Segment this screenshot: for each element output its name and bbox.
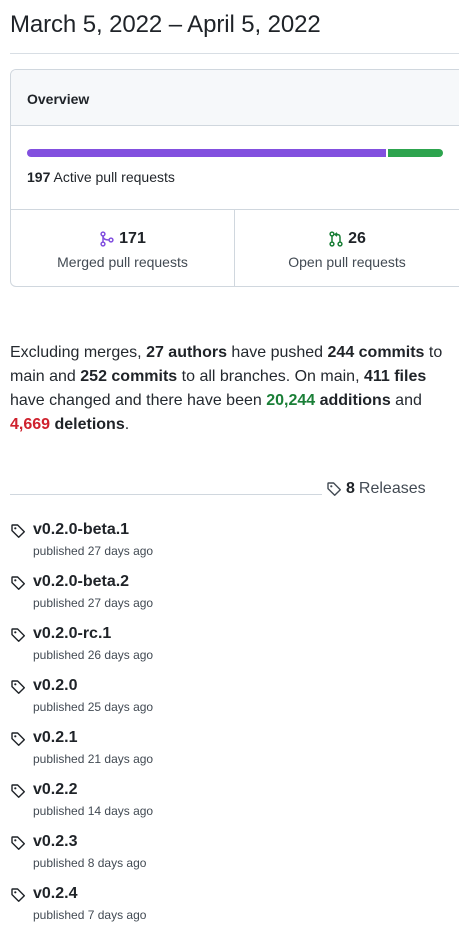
release-item: v0.2.3 published 8 days ago xyxy=(10,832,450,884)
open-progress-segment xyxy=(388,149,443,157)
pull-request-stats: 171 Merged pull requests 26 Open pull re… xyxy=(11,209,459,286)
overview-title: Overview xyxy=(27,91,90,107)
open-pull-requests-stat[interactable]: 26 Open pull requests xyxy=(234,210,459,286)
summary-text: Excluding merges, xyxy=(10,344,147,361)
release-published-time: published 8 days ago xyxy=(33,856,147,870)
tag-icon xyxy=(10,679,26,700)
release-item: v0.2.4 published 7 days ago xyxy=(10,884,450,936)
main-commits-count[interactable]: 244 commits xyxy=(328,344,425,361)
release-name-link[interactable]: v0.2.4 xyxy=(33,885,77,903)
summary-text: to all branches. On main, xyxy=(177,368,364,385)
merged-pull-requests-label: Merged pull requests xyxy=(57,254,188,270)
page-title: March 5, 2022 – April 5, 2022 xyxy=(10,11,321,38)
release-name-link[interactable]: v0.2.3 xyxy=(33,833,77,851)
tag-icon xyxy=(10,731,26,752)
tag-icon xyxy=(10,523,26,544)
tag-icon xyxy=(10,783,26,804)
releases-heading: 8 Releases xyxy=(326,480,426,498)
tag-icon xyxy=(10,835,26,856)
tag-icon xyxy=(326,481,342,497)
commit-summary: Excluding merges, 27 authors have pushed… xyxy=(10,341,459,437)
merged-pull-requests-count: 171 xyxy=(119,230,146,247)
git-pull-request-icon xyxy=(328,231,344,247)
tag-icon xyxy=(10,627,26,648)
git-merge-icon xyxy=(99,231,115,247)
release-name-link[interactable]: v0.2.0-rc.1 xyxy=(33,625,111,643)
release-name-link[interactable]: v0.2.2 xyxy=(33,781,77,799)
summary-text: and xyxy=(390,392,422,409)
deletions-count: 4,669 xyxy=(10,416,51,433)
release-item: v0.2.1 published 21 days ago xyxy=(10,728,450,780)
files-changed-count[interactable]: 411 files xyxy=(364,368,426,385)
active-pull-requests-label: Active pull requests xyxy=(53,169,175,185)
deletions-label: deletions xyxy=(50,416,125,433)
authors-count[interactable]: 27 authors xyxy=(146,344,227,361)
all-commits-count[interactable]: 252 commits xyxy=(80,368,177,385)
additions-count: 20,244 xyxy=(266,392,316,409)
merged-progress-segment xyxy=(27,149,386,157)
release-name-link[interactable]: v0.2.1 xyxy=(33,729,77,747)
active-pull-requests-text[interactable]: 197 Active pull requests xyxy=(27,169,175,185)
release-item: v0.2.0-beta.2 published 27 days ago xyxy=(10,572,450,624)
overview-panel: Overview 197 Active pull requests 171 Me… xyxy=(10,69,459,287)
release-published-time: published 7 days ago xyxy=(33,908,147,922)
release-published-time: published 21 days ago xyxy=(33,752,154,766)
release-item: v0.2.0-beta.1 published 27 days ago xyxy=(10,520,450,572)
release-item: v0.2.2 published 14 days ago xyxy=(10,780,450,832)
release-list: v0.2.0-beta.1 published 27 days ago v0.2… xyxy=(10,520,450,936)
release-published-time: published 14 days ago xyxy=(33,804,154,818)
release-name-link[interactable]: v0.2.0 xyxy=(33,677,77,695)
releases-divider xyxy=(10,494,322,495)
overview-header: Overview xyxy=(11,70,459,126)
active-pull-requests-count: 197 xyxy=(27,169,51,185)
summary-text: have changed and there have been xyxy=(10,392,267,409)
releases-label: Releases xyxy=(358,480,426,497)
release-item: v0.2.0 published 25 days ago xyxy=(10,676,450,728)
pull-request-progress-bar xyxy=(27,149,443,157)
release-published-time: published 26 days ago xyxy=(33,648,154,662)
tag-icon xyxy=(10,887,26,908)
tag-icon xyxy=(10,575,26,596)
release-name-link[interactable]: v0.2.0-beta.1 xyxy=(33,521,129,539)
release-item: v0.2.0-rc.1 published 26 days ago xyxy=(10,624,450,676)
open-pull-requests-count: 26 xyxy=(348,230,366,247)
summary-text: . xyxy=(124,416,130,433)
releases-count: 8 xyxy=(346,480,355,497)
release-published-time: published 27 days ago xyxy=(33,544,154,558)
release-published-time: published 27 days ago xyxy=(33,596,154,610)
summary-text: have pushed xyxy=(226,344,328,361)
merged-pull-requests-stat[interactable]: 171 Merged pull requests xyxy=(11,210,234,286)
release-published-time: published 25 days ago xyxy=(33,700,154,714)
additions-label: additions xyxy=(315,392,391,409)
open-pull-requests-label: Open pull requests xyxy=(288,254,406,270)
release-name-link[interactable]: v0.2.0-beta.2 xyxy=(33,573,129,591)
title-divider xyxy=(10,53,459,54)
